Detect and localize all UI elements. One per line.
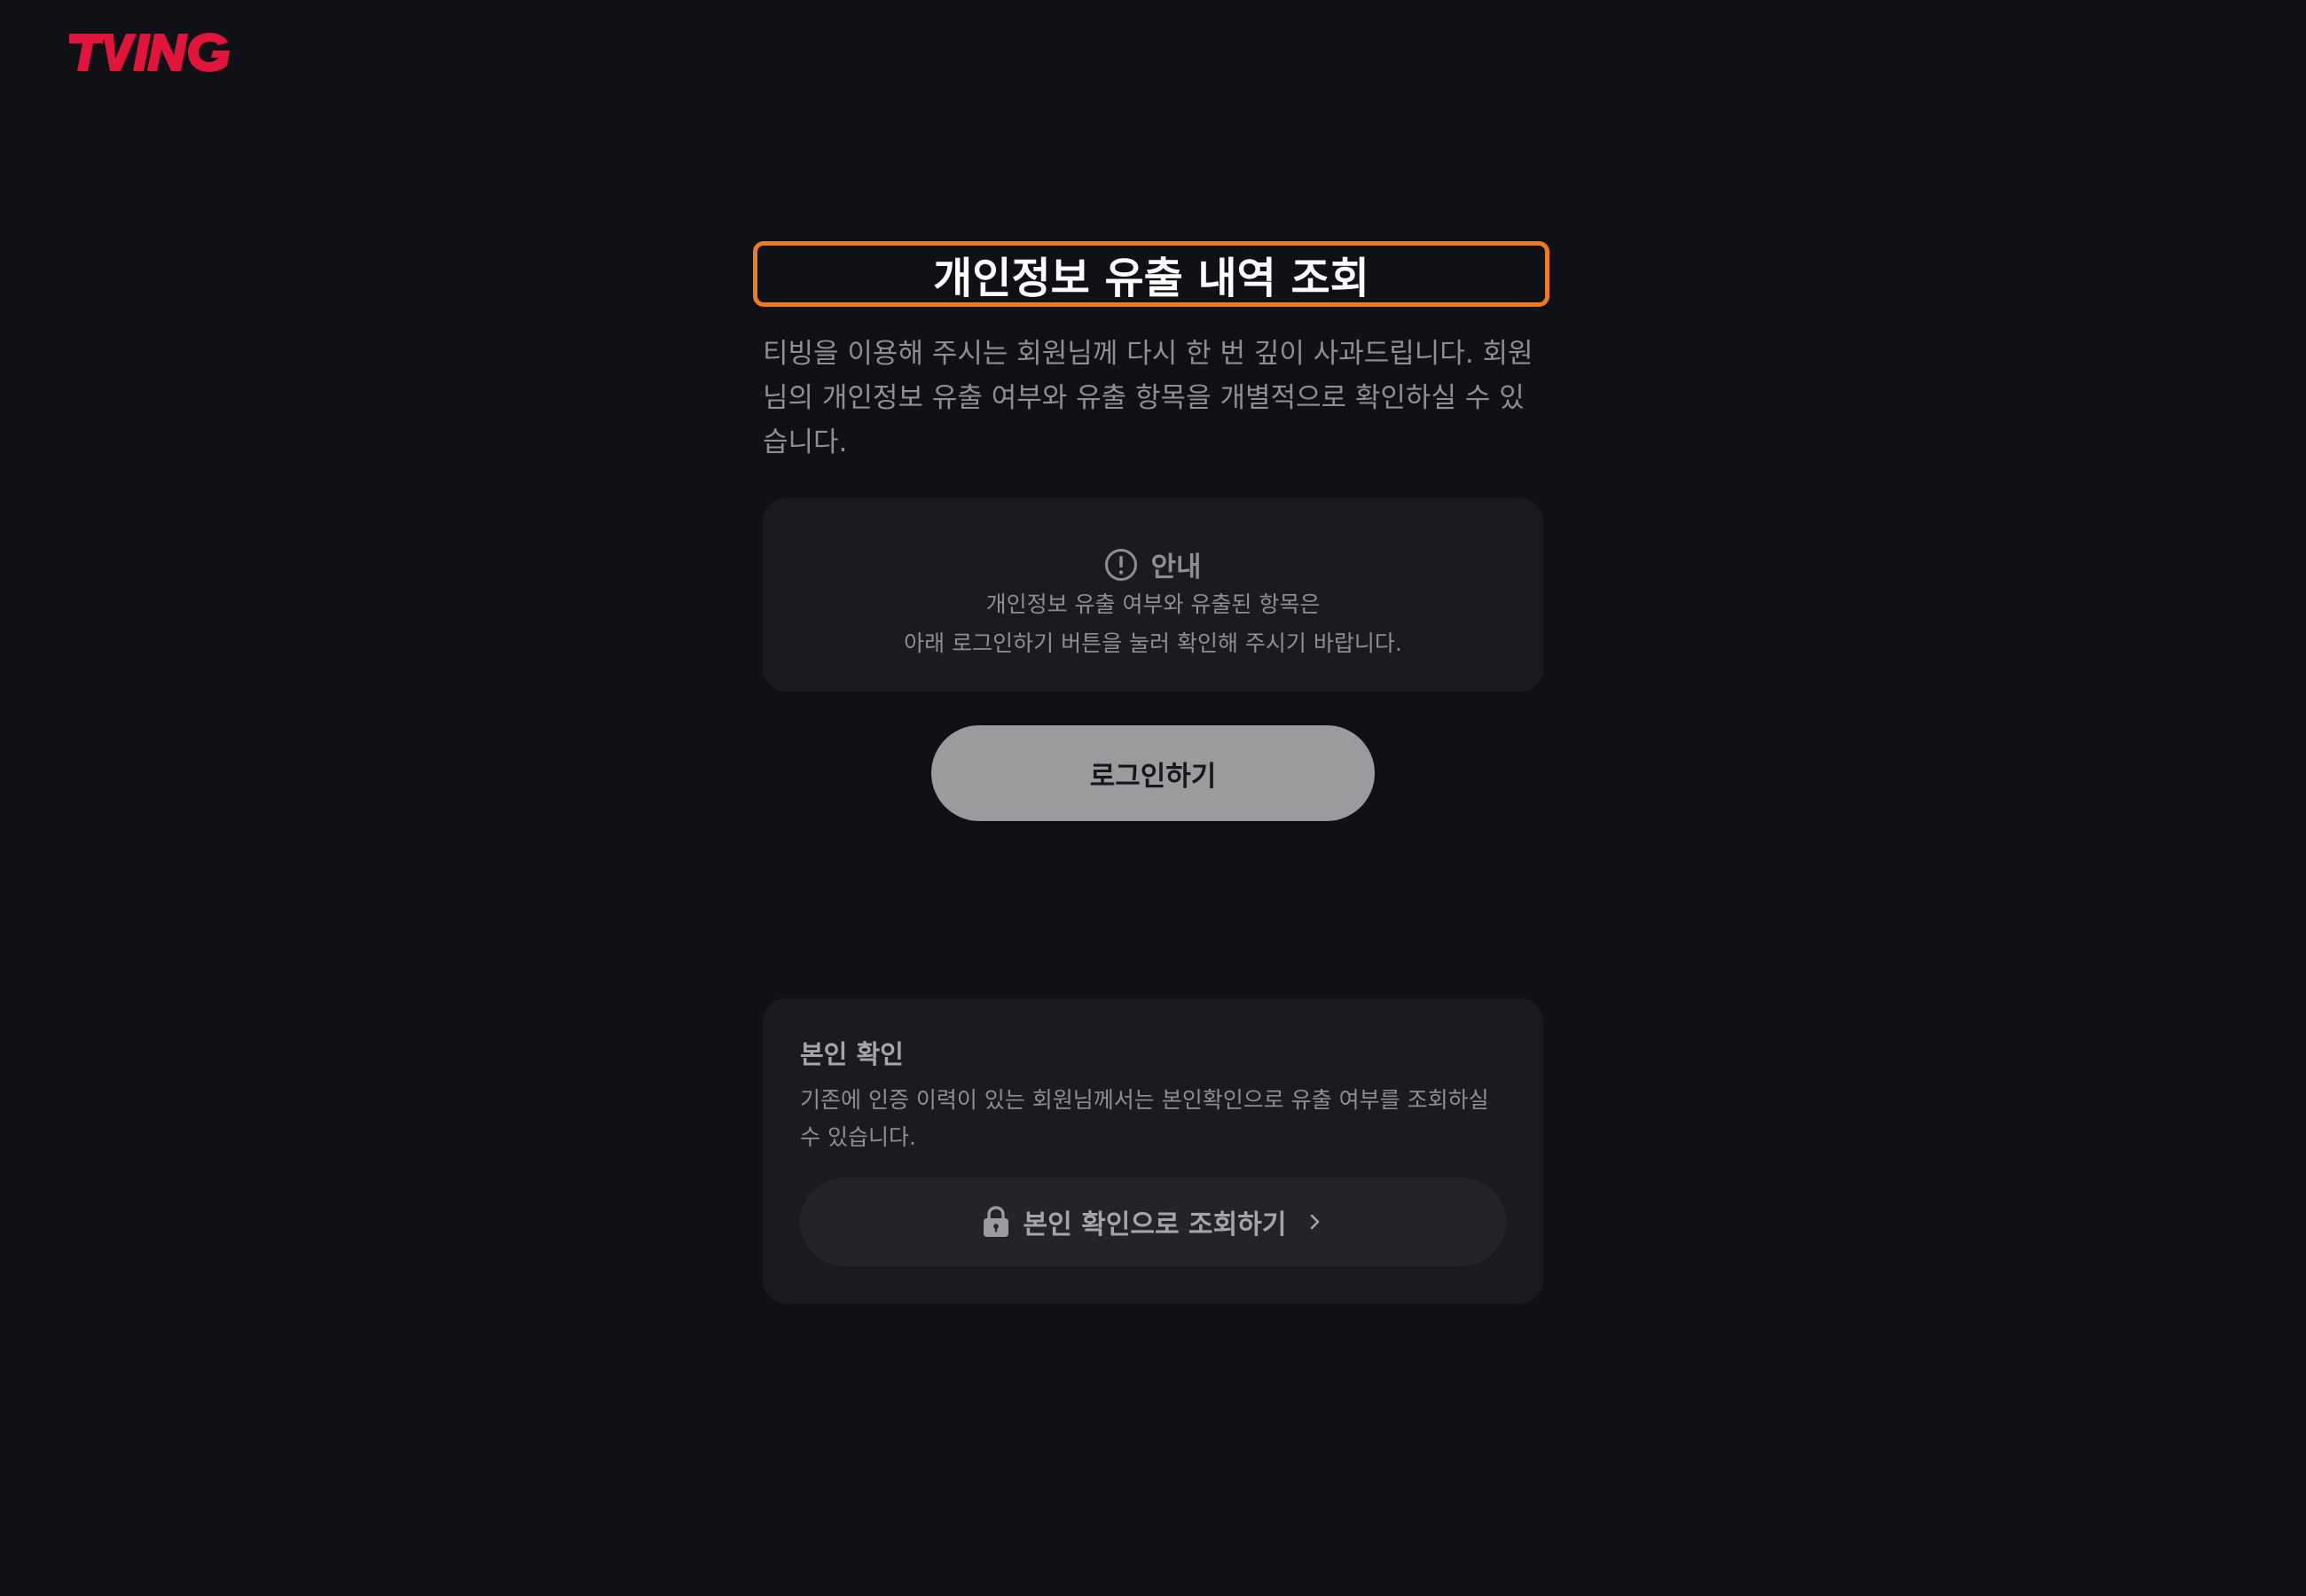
exclamation-circle-icon [1105, 548, 1138, 581]
tving-logo[interactable] [69, 32, 231, 73]
login-button[interactable]: 로그인하기 [931, 725, 1375, 821]
notice-text-line-2: 아래 로그인하기 버튼을 눌러 확인해 주시기 바랍니다. [904, 630, 1402, 656]
notice-text-line-1: 개인정보 유출 여부와 유출된 항목은 [985, 591, 1321, 617]
notice-header: 안내 [763, 544, 1543, 584]
apology-description: 티빙을 이용해 주시는 회원님께 다시 한 번 깊이 사과드립니다. 회원님의 … [763, 338, 1533, 458]
notice-title: 안내 [1150, 552, 1202, 583]
page-title-highlight: 개인정보 유출 내역 조회 [753, 241, 1549, 307]
lock-icon [983, 1206, 1008, 1237]
page-title: 개인정보 유출 내역 조회 [933, 254, 1369, 303]
tving-logo-mark [69, 33, 230, 72]
verify-identity-button[interactable]: 본인 확인으로 조회하기 [800, 1177, 1506, 1266]
notice-card: 안내 개인정보 유출 여부와 유출된 항목은 아래 로그인하기 버튼을 눌러 확… [763, 498, 1543, 692]
chevron-right-icon [1311, 1214, 1320, 1230]
identity-verification-card: 본인 확인 기존에 인증 이력이 있는 회원님께서는 본인확인으로 유출 여부를… [763, 998, 1543, 1303]
verification-description: 기존에 인증 이력이 있는 회원님께서는 본인확인으로 유출 여부를 조회하실 … [800, 1087, 1489, 1150]
verification-title: 본인 확인 [800, 1039, 904, 1069]
verify-identity-button-label: 본인 확인으로 조회하기 [1023, 1209, 1287, 1240]
